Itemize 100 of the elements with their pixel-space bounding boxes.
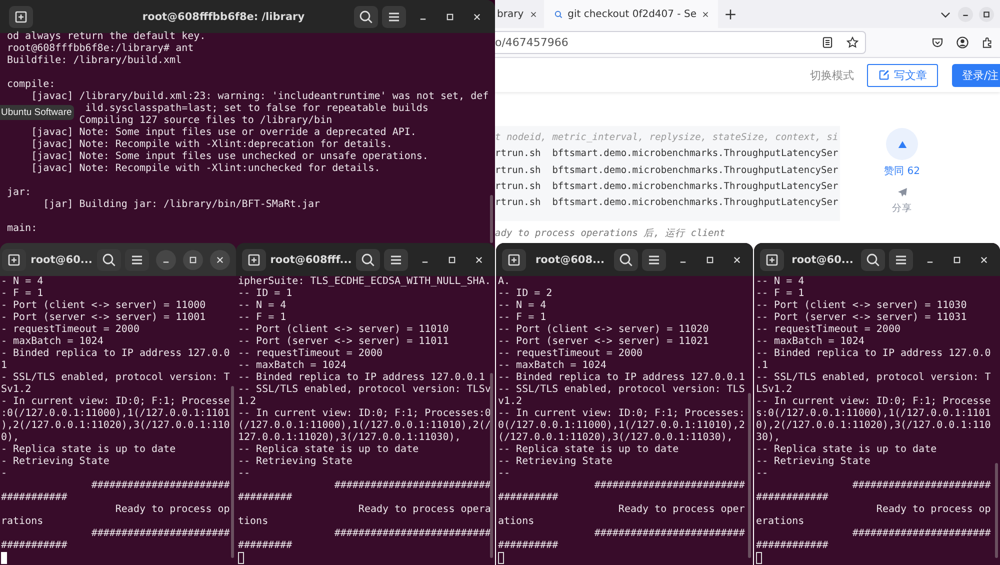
pocket-icon[interactable] xyxy=(931,36,944,49)
terminal-line: ######################### xyxy=(594,528,745,539)
terminal-line: -- Port (server <-> server) = 11031 xyxy=(756,312,967,323)
tab-title: brary xyxy=(497,8,524,20)
new-tab-icon[interactable] xyxy=(760,248,784,270)
scrollbar[interactable] xyxy=(490,195,493,243)
terminal-line: Ready to process op xyxy=(876,504,991,515)
new-tab-icon[interactable] xyxy=(242,248,266,270)
terminal-line: ########### xyxy=(1,540,68,551)
terminal-line: ####################### xyxy=(91,528,230,539)
terminal-line: 30), xyxy=(756,432,780,443)
search-icon xyxy=(554,10,563,18)
code-line: rtrun.sh bftsmart.demo.microbenchmarks.ThroughputLatencySer xyxy=(495,196,840,210)
search-icon[interactable] xyxy=(354,6,378,28)
like-button[interactable] xyxy=(886,128,918,160)
account-icon[interactable] xyxy=(956,36,969,49)
terminal-line: Ready to process op xyxy=(115,504,230,515)
menu-icon[interactable] xyxy=(384,248,408,270)
terminal-line: root@608fffbb6f8e:/library# ant xyxy=(7,43,194,54)
write-article-button[interactable]: 写文章 xyxy=(867,64,938,86)
terminal-line: -- F = 1 xyxy=(238,312,286,323)
terminal-line: -- Binded replica to IP address 127.0.0 xyxy=(756,348,991,359)
terminal-line: ########## xyxy=(498,540,558,551)
maximize-icon[interactable] xyxy=(979,6,994,22)
scrollbar[interactable] xyxy=(490,373,493,558)
terminal-line: 1 xyxy=(1,360,8,371)
close-icon[interactable] xyxy=(210,250,230,270)
terminal-line: .1 xyxy=(756,360,768,371)
code-line: rtrun.sh bftsmart.demo.microbenchmarks.ThroughputLatencySer xyxy=(495,180,840,194)
search-icon[interactable] xyxy=(614,248,638,270)
mode-link[interactable]: 切换模式 xyxy=(810,68,854,82)
terminal-line: - In current view: ID:0; F:1; Processe xyxy=(1,396,230,407)
paper-plane-icon[interactable] xyxy=(896,187,908,198)
terminal-line: -- Replica state is up to date xyxy=(238,444,419,455)
terminal-line: -- Port (client <-> server) = 11020 xyxy=(498,324,709,335)
search-icon[interactable] xyxy=(861,248,885,270)
menu-icon[interactable] xyxy=(642,248,666,270)
terminal-line: erations xyxy=(756,516,804,527)
close-icon[interactable] xyxy=(528,10,538,18)
window-title: root@608fffbb6f8e: /library xyxy=(141,10,306,22)
scrollbar[interactable] xyxy=(995,463,998,558)
terminal-line: - F = 1 xyxy=(1,288,44,299)
terminal-line: jar: xyxy=(7,187,32,198)
scrollbar[interactable] xyxy=(231,386,234,558)
terminal-line: -- xyxy=(238,468,250,479)
browser-tab[interactable]: brary xyxy=(495,0,544,28)
terminal-line: -- F = 1 xyxy=(756,288,804,299)
terminal-line: LSv1.2 xyxy=(756,384,792,395)
tooltip: Ubuntu Software xyxy=(0,105,74,120)
menu-icon[interactable] xyxy=(889,248,913,270)
terminal-line: - xyxy=(1,468,8,479)
scrollbar[interactable] xyxy=(748,393,751,558)
terminal-line: ipherSuite: TLS_ECDHE_ECDSA_WITH_NULL_SHA. xyxy=(238,276,491,287)
new-tab-icon[interactable] xyxy=(2,248,26,270)
terminal-line: ######### xyxy=(238,540,292,551)
reader-view-icon[interactable] xyxy=(821,36,834,49)
terminal-line: -- requestTimeout = 2000 xyxy=(498,348,642,359)
terminal-line: ########################## xyxy=(334,528,491,539)
terminal-line: -- In current view: ID:0; F:1; Processes:0 xyxy=(238,408,491,419)
menu-icon[interactable] xyxy=(125,248,149,270)
terminal-line: 1.2 xyxy=(238,396,256,407)
browser-tab[interactable]: git checkout 0f2d407 - Se xyxy=(544,0,718,28)
terminal-line: - Replica state is up to date xyxy=(1,444,176,455)
terminal-line: Ready to process oper xyxy=(618,504,745,515)
new-tab-icon[interactable] xyxy=(502,248,526,270)
edit-icon xyxy=(878,69,890,81)
terminal-line: [javac] /library/build.xml:23: warning: 'includeantruntime' was not set, def xyxy=(31,91,489,102)
terminal-line: -- Port (server <-> server) = 11021 xyxy=(498,336,709,347)
login-button[interactable]: 登录/注 xyxy=(952,64,1000,86)
new-tab-icon[interactable] xyxy=(9,6,33,28)
terminal-line: -- requestTimeout = 2000 xyxy=(756,324,900,335)
menu-icon[interactable] xyxy=(382,6,406,28)
code-comment: ady to process operations 后, 运行 client xyxy=(495,228,726,240)
search-icon[interactable] xyxy=(356,248,380,270)
terminal-line: -- maxBatch = 1024 xyxy=(498,360,606,371)
terminal-line: tions xyxy=(238,516,268,527)
new-tab-icon[interactable] xyxy=(724,8,738,20)
address-bar[interactable]: o/467457966 xyxy=(495,31,866,54)
search-icon[interactable] xyxy=(97,248,121,270)
terminal-line: -- N = 4 xyxy=(238,300,286,311)
terminal-line: -- SSL/TLS enabled, protocol version: TLSv xyxy=(238,384,491,395)
terminal-line: ########### xyxy=(1,492,68,503)
window-title: root@60... xyxy=(790,254,854,266)
terminal-line: -- SSL/TLS enabled, protocol version: T xyxy=(756,372,991,383)
window-title: root@608... xyxy=(534,254,606,266)
terminal-line: 0(/127.0.0.1:11000),1(/127.0.0.1:11010),2 xyxy=(498,420,745,431)
tab-title: git checkout 0f2d407 - Se xyxy=(568,8,696,20)
star-icon[interactable] xyxy=(846,36,859,49)
terminal-line: [javac] Note: Recompile with -Xlint:unchecked for details. xyxy=(31,163,380,174)
close-icon[interactable] xyxy=(701,10,710,18)
terminal-line: - SSL/TLS enabled, protocol version: T xyxy=(1,372,230,383)
maximize-icon[interactable] xyxy=(183,250,203,270)
terminal-line: Compiling 127 source files to /library/bin xyxy=(79,115,332,126)
terminal-line: -- Replica state is up to date xyxy=(498,444,679,455)
terminal-line: - maxBatch = 1024 xyxy=(1,336,104,347)
minimize-icon[interactable] xyxy=(958,6,973,22)
puzzle-icon[interactable] xyxy=(981,36,994,49)
terminal-line: -- Retrieving State xyxy=(756,456,870,467)
terminal-line: [javac] Note: Recompile with -Xlint:deprecation for details. xyxy=(31,139,392,150)
terminal-line: 0), xyxy=(1,432,20,443)
